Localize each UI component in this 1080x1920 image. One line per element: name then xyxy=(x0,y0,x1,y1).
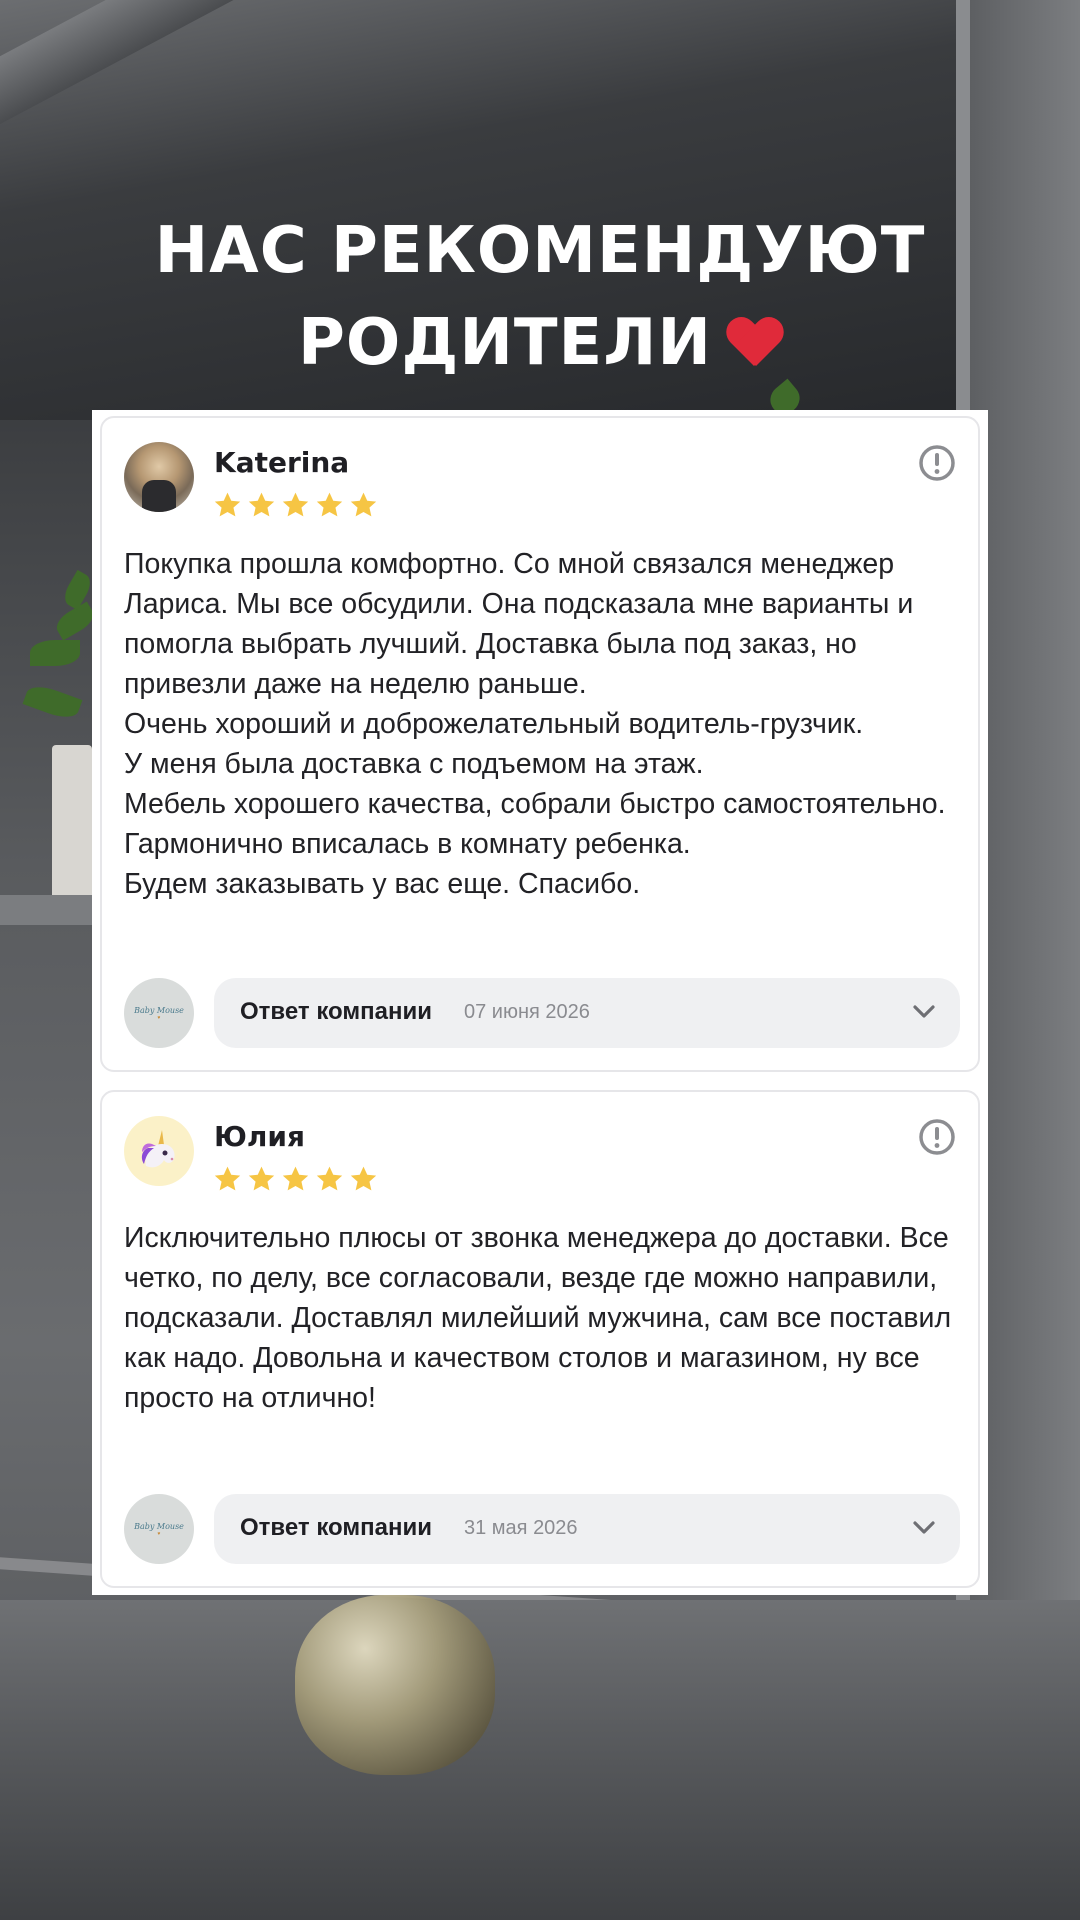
page-title: НАС РЕКОМЕНДУЮТ РОДИТЕЛИ xyxy=(0,205,1080,389)
star-icon xyxy=(350,1166,377,1191)
reply-date: 31 мая 2026 xyxy=(464,1517,578,1539)
reply-date: 07 июня 2026 xyxy=(464,1001,590,1023)
rating-stars xyxy=(212,490,379,522)
report-icon[interactable] xyxy=(918,444,956,482)
company-reply-button[interactable]: Ответ компании 07 июня 2026 xyxy=(214,978,960,1048)
star-icon xyxy=(316,1166,343,1191)
star-icon xyxy=(248,1166,275,1191)
review-text: Покупка прошла комфортно. Со мной связал… xyxy=(124,548,946,900)
star-icon xyxy=(350,492,377,517)
reply-label: Ответ компании xyxy=(240,998,432,1025)
company-logo: Baby Mouse ♥ xyxy=(124,1494,194,1564)
avatar[interactable] xyxy=(124,442,194,512)
headline-line-1: НАС РЕКОМЕНДУЮТ xyxy=(154,214,926,288)
chevron-down-icon xyxy=(913,1521,935,1534)
star-icon xyxy=(248,492,275,517)
company-reply-button[interactable]: Ответ компании 31 мая 2026 xyxy=(214,1494,960,1564)
review-text: Исключительно плюсы от звонка менеджера … xyxy=(124,1222,952,1414)
company-reply: Baby Mouse ♥ Ответ компании 31 мая 2026 xyxy=(124,1494,960,1566)
review-author[interactable]: Юлия xyxy=(214,1120,305,1153)
star-icon xyxy=(214,492,241,517)
review-card: Katerina Покупка прошла комфортно. Со мн… xyxy=(100,416,980,1072)
heart-icon xyxy=(726,318,782,370)
reply-label: Ответ компании xyxy=(240,1514,432,1541)
review-card: Юлия Исключительно плюсы от звонка менед… xyxy=(100,1090,980,1588)
report-icon[interactable] xyxy=(918,1118,956,1156)
review-author[interactable]: Katerina xyxy=(214,446,349,479)
star-icon xyxy=(316,492,343,517)
reviews-panel: Katerina Покупка прошла комфортно. Со мн… xyxy=(92,410,988,1595)
star-icon xyxy=(282,492,309,517)
headline-line-2: РОДИТЕЛИ xyxy=(0,297,1080,389)
company-reply: Baby Mouse ♥ Ответ компании 07 июня 2026 xyxy=(124,978,960,1050)
unicorn-icon[interactable] xyxy=(124,1116,194,1186)
company-logo: Baby Mouse ♥ xyxy=(124,978,194,1048)
star-icon xyxy=(214,1166,241,1191)
rating-stars xyxy=(212,1164,379,1196)
chevron-down-icon xyxy=(913,1005,935,1018)
star-icon xyxy=(282,1166,309,1191)
